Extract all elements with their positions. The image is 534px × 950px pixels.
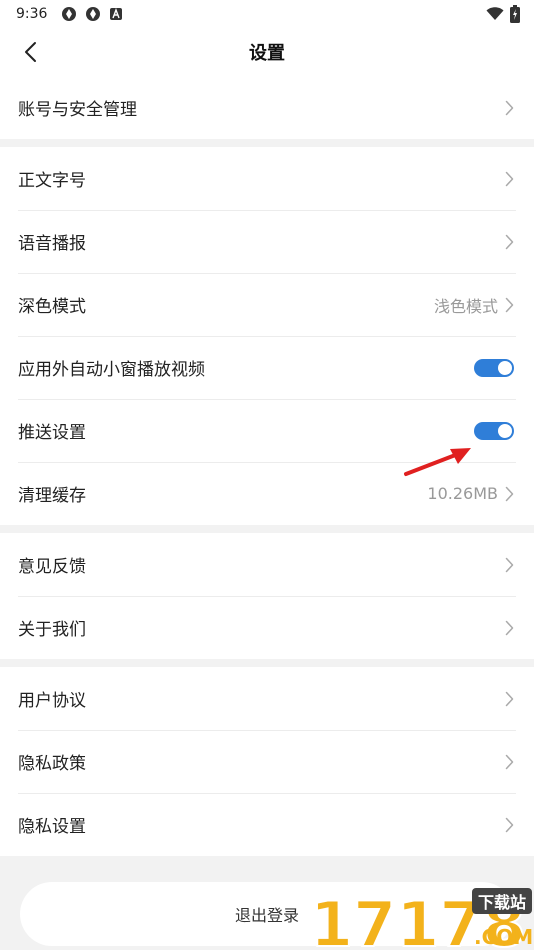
- chevron-right-icon: [502, 485, 516, 503]
- setting-right: [474, 358, 516, 377]
- setting-label: 应用外自动小窗播放视频: [18, 360, 205, 380]
- settings-screen: 9:36 设置 账号与安全管理 正文字号 语音播报 深色模式 浅色模式 应用外自…: [0, 0, 534, 950]
- setting-row-privacy-policy[interactable]: 隐私政策: [0, 730, 534, 793]
- chevron-right-icon: [502, 753, 516, 771]
- annotation-arrow-icon: [404, 448, 471, 476]
- push-toggle[interactable]: [474, 421, 514, 440]
- setting-label: 账号与安全管理: [18, 100, 137, 120]
- setting-label: 用户协议: [18, 691, 86, 711]
- status-time: 9:36: [16, 6, 48, 22]
- settings-group-account: 账号与安全管理: [0, 76, 534, 139]
- setting-label: 语音播报: [18, 234, 86, 254]
- setting-right: [502, 619, 516, 637]
- toggle-knob: [498, 423, 512, 438]
- page-title: 设置: [249, 43, 285, 64]
- battery-icon: [510, 5, 520, 23]
- settings-group-feedback: 意见反馈 关于我们: [0, 533, 534, 659]
- setting-right: 浅色模式: [434, 293, 516, 317]
- toggle-knob: [498, 360, 512, 375]
- setting-row-feedback[interactable]: 意见反馈: [0, 533, 534, 596]
- watermark-suffix: .COM: [474, 925, 533, 949]
- setting-right: [502, 233, 516, 251]
- chevron-right-icon: [502, 99, 516, 117]
- setting-right: [502, 690, 516, 708]
- setting-value: 浅色模式: [433, 296, 498, 316]
- back-arrow-icon: [25, 42, 36, 62]
- setting-right: [502, 170, 516, 188]
- setting-row-user-agreement[interactable]: 用户协议: [0, 667, 534, 730]
- setting-row-account-security[interactable]: 账号与安全管理: [0, 76, 534, 139]
- notification-icon-2: [85, 6, 101, 22]
- setting-right: [502, 816, 516, 834]
- status-bar: 9:36: [0, 0, 534, 28]
- setting-label: 正文字号: [18, 171, 86, 191]
- notification-icon-3: [109, 7, 123, 21]
- chevron-right-icon: [502, 556, 516, 574]
- settings-group-legal: 用户协议 隐私政策 隐私设置: [0, 667, 534, 856]
- chevron-right-icon: [502, 690, 516, 708]
- setting-row-about[interactable]: 关于我们: [0, 596, 534, 659]
- pip-video-toggle[interactable]: [474, 358, 514, 377]
- setting-label: 深色模式: [18, 297, 86, 317]
- setting-label: 隐私政策: [18, 754, 86, 774]
- setting-label: 推送设置: [18, 423, 86, 443]
- setting-right: [502, 753, 516, 771]
- setting-label: 清理缓存: [18, 486, 86, 506]
- setting-right: [502, 556, 516, 574]
- chevron-right-icon: [502, 233, 516, 251]
- chevron-right-icon: [502, 619, 516, 637]
- cache-size-value: 10.26MB: [427, 484, 498, 503]
- setting-right: [474, 421, 516, 440]
- nav-bar: 设置: [0, 28, 534, 76]
- setting-right: [502, 99, 516, 117]
- setting-label: 意见反馈: [18, 557, 86, 577]
- setting-row-privacy-settings[interactable]: 隐私设置: [0, 793, 534, 856]
- wifi-icon: [486, 7, 504, 21]
- status-right: [486, 5, 520, 23]
- status-left: 9:36: [16, 6, 123, 22]
- chevron-right-icon: [502, 296, 516, 314]
- setting-row-pip-video: 应用外自动小窗播放视频: [0, 336, 534, 399]
- site-watermark-logo: 17178 下载站 .COM: [309, 887, 533, 950]
- setting-label: 隐私设置: [18, 817, 86, 837]
- setting-row-dark-mode[interactable]: 深色模式 浅色模式: [0, 273, 534, 336]
- notification-icon-1: [61, 6, 77, 22]
- setting-label: 关于我们: [18, 620, 86, 640]
- chevron-right-icon: [502, 816, 516, 834]
- setting-row-voice-broadcast[interactable]: 语音播报: [0, 210, 534, 273]
- watermark-badge: 下载站: [478, 893, 526, 912]
- setting-row-font-size[interactable]: 正文字号: [0, 147, 534, 210]
- logout-label: 退出登录: [234, 906, 299, 925]
- chevron-right-icon: [502, 170, 516, 188]
- setting-right: 10.26MB: [427, 484, 516, 503]
- back-button[interactable]: [12, 34, 48, 70]
